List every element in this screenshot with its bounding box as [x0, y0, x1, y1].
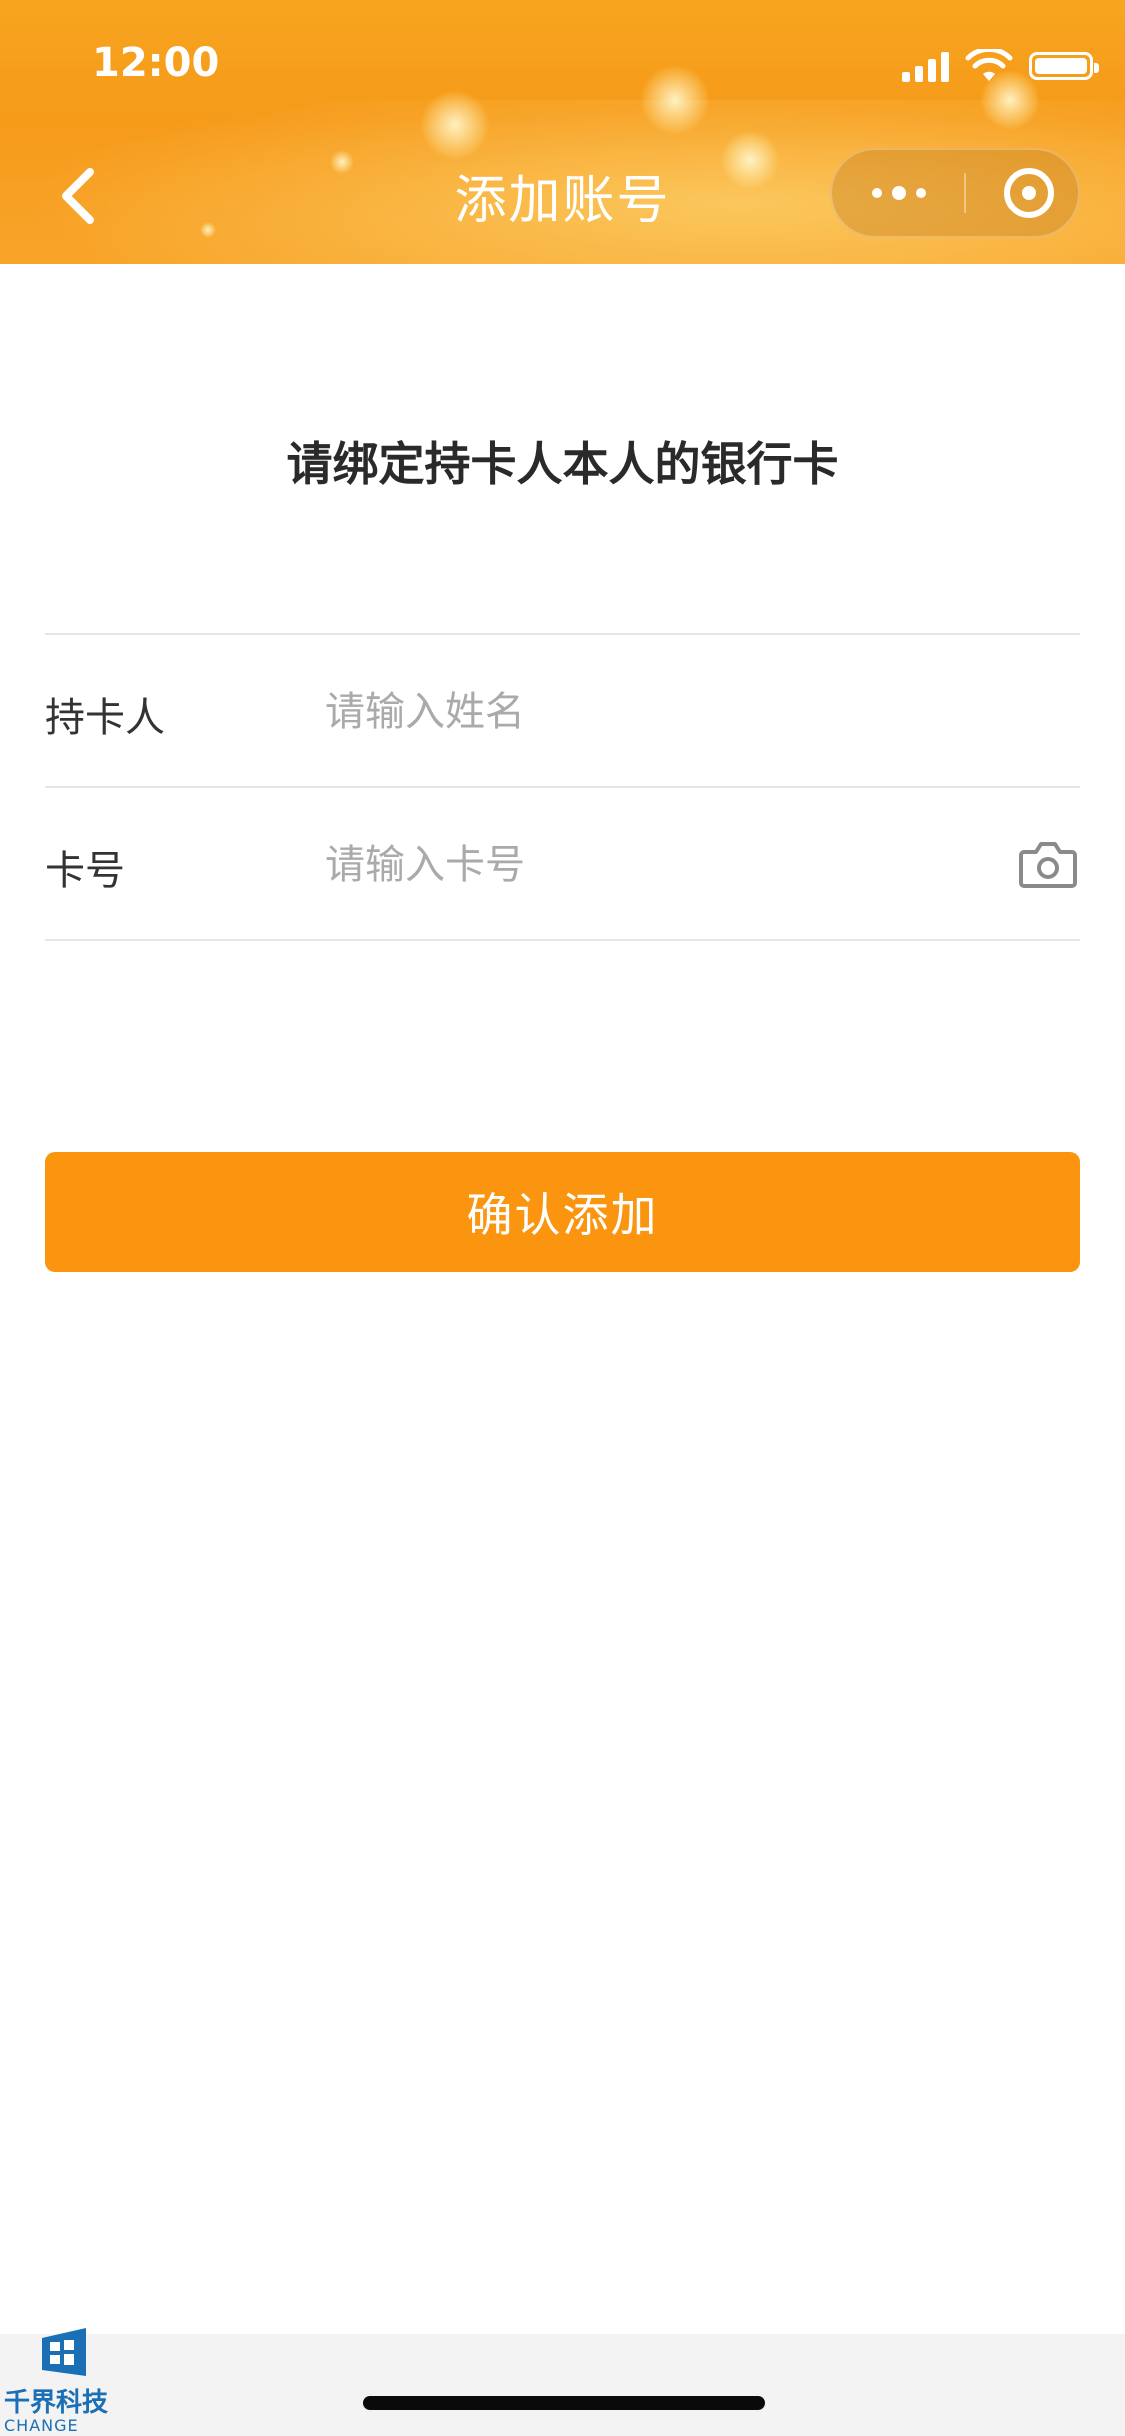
watermark-name: 千界科技 [4, 2388, 109, 2418]
watermark-sub: CHANGE [4, 2416, 79, 2435]
capsule-divider [964, 173, 966, 213]
divider [45, 633, 1080, 635]
card-number-input[interactable] [325, 825, 985, 905]
status-indicators [902, 46, 1099, 86]
divider [45, 786, 1080, 788]
decor-glow [640, 65, 710, 135]
decor-glow [420, 90, 490, 160]
holder-name-input[interactable] [325, 672, 985, 752]
home-bar-area [0, 2334, 1125, 2436]
signal-icon [902, 50, 949, 82]
status-time: 12:00 [92, 40, 220, 86]
wifi-icon [965, 49, 1013, 81]
confirm-add-button[interactable]: 确认添加 [45, 1152, 1080, 1272]
more-dots-icon[interactable] [872, 186, 926, 200]
holder-label: 持卡人 [45, 695, 165, 741]
divider [45, 939, 1080, 941]
close-target-icon[interactable] [1004, 168, 1054, 218]
header: 12:00 添加账号 [0, 0, 1125, 264]
mini-program-capsule [830, 148, 1080, 238]
watermark-logo: 千界科技 CHANGE [0, 2318, 130, 2436]
camera-icon[interactable] [1018, 838, 1078, 890]
logo-icon [42, 2328, 86, 2376]
card-number-label: 卡号 [45, 848, 125, 894]
home-indicator [363, 2396, 765, 2410]
battery-icon [1029, 52, 1099, 80]
bind-card-prompt: 请绑定持卡人本人的银行卡 [286, 437, 839, 491]
